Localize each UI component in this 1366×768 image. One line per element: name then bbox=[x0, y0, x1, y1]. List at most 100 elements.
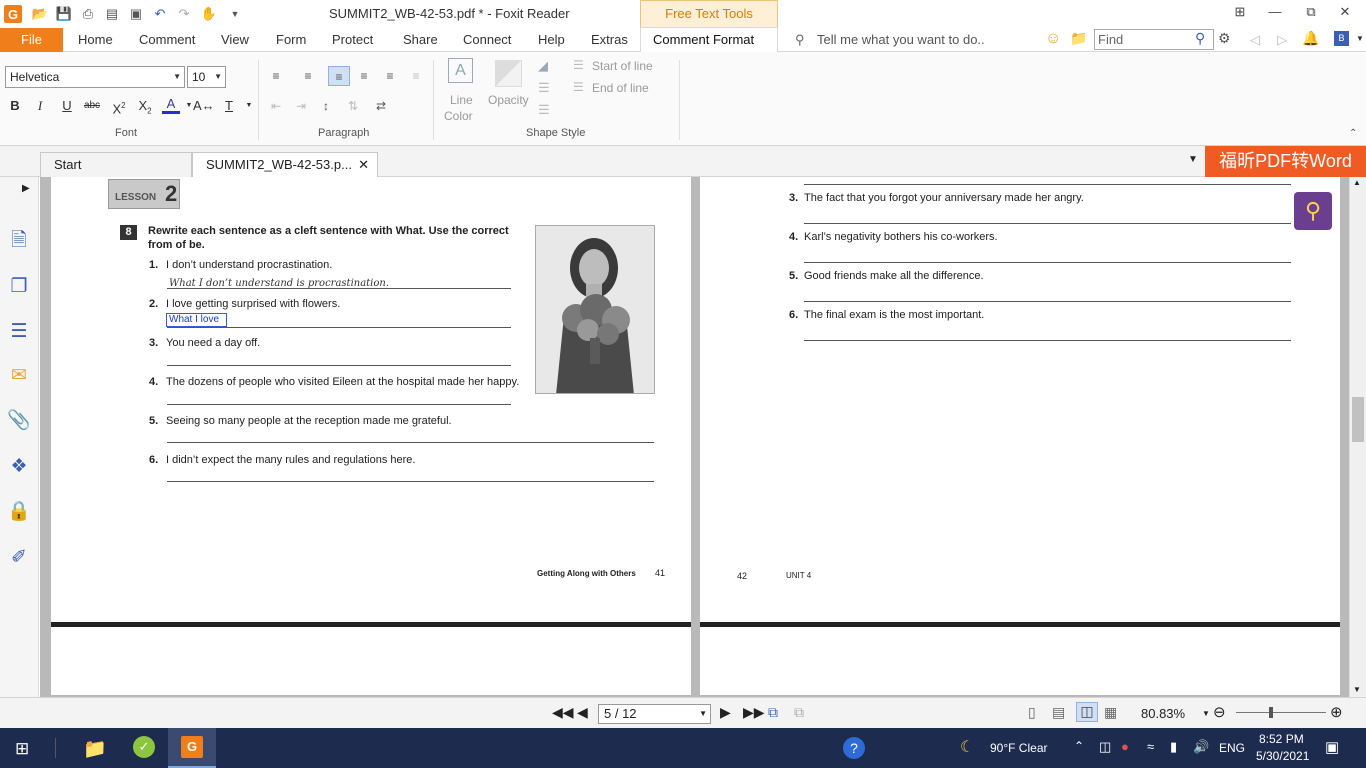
previous-view-icon[interactable]: ⧉ bbox=[768, 704, 778, 721]
document-viewer[interactable]: LESSON 2 8 Rewrite each sentence as a cl… bbox=[40, 177, 1349, 697]
windows-start-icon[interactable]: ⊞ bbox=[15, 739, 29, 759]
font-color-button[interactable]: A bbox=[162, 96, 180, 114]
zoom-dropdown-icon[interactable]: ▼ bbox=[1202, 709, 1210, 718]
previous-result-icon[interactable]: ◁ bbox=[1250, 32, 1260, 48]
align-left-button[interactable]: ≡ bbox=[328, 66, 350, 86]
align-center-button[interactable]: ≡ bbox=[353, 66, 375, 86]
help-icon[interactable]: ? bbox=[843, 737, 865, 759]
restore-layout-icon[interactable]: ⊞ bbox=[1229, 4, 1251, 22]
continuous-facing-icon[interactable]: ▦ bbox=[1104, 704, 1117, 721]
foxit-taskbar-button[interactable]: G bbox=[168, 728, 216, 768]
smile-icon[interactable]: ☺ bbox=[1045, 30, 1061, 48]
create-icon[interactable]: ▣ bbox=[127, 5, 145, 23]
menu-form[interactable]: Form bbox=[276, 32, 306, 47]
comments-icon[interactable]: ✉ bbox=[7, 364, 31, 388]
text-direction-icon[interactable]: ⇅ bbox=[342, 96, 364, 116]
settings-gear-icon[interactable]: ⚙ bbox=[1218, 30, 1231, 47]
clock-time[interactable]: 8:52 PM bbox=[1259, 732, 1304, 746]
start-of-line-select[interactable]: Start of line bbox=[592, 59, 653, 73]
tab-document[interactable]: SUMMIT2_WB-42-53.p... ✕ bbox=[192, 152, 378, 177]
tab-start[interactable]: Start bbox=[40, 152, 192, 177]
pages-thumbnail-icon[interactable]: ❐ bbox=[7, 275, 31, 299]
free-text-tools-tab[interactable]: Free Text Tools bbox=[640, 0, 778, 28]
security-lock-icon[interactable]: 🔒 bbox=[7, 500, 31, 524]
search-icon[interactable]: ⚲ bbox=[1195, 30, 1205, 47]
font-size-select[interactable]: 10 ▼ bbox=[187, 66, 226, 88]
continuous-page-icon[interactable]: ▤ bbox=[1052, 704, 1065, 721]
attachments-icon[interactable]: 📎 bbox=[7, 409, 31, 433]
scroll-down-icon[interactable]: ▼ bbox=[1353, 685, 1361, 694]
close-tab-icon[interactable]: ✕ bbox=[358, 153, 369, 177]
subscript-button[interactable]: X2 bbox=[136, 96, 154, 116]
char-spacing-icon[interactable]: A↔ bbox=[193, 96, 215, 116]
single-page-icon[interactable]: ▯ bbox=[1028, 704, 1036, 721]
menu-file[interactable]: File bbox=[0, 28, 63, 52]
strikethrough-button[interactable]: abc bbox=[83, 96, 101, 116]
zoom-slider-handle[interactable] bbox=[1269, 707, 1273, 718]
justify-button[interactable]: ≡ bbox=[405, 66, 427, 86]
app-icon[interactable]: ✓ bbox=[133, 736, 155, 758]
language-indicator[interactable]: ENG bbox=[1219, 741, 1245, 755]
align-right-button[interactable]: ≡ bbox=[379, 66, 401, 86]
tell-me-search[interactable]: Tell me what you want to do.. bbox=[817, 32, 985, 47]
account-dropdown-icon[interactable]: ▼ bbox=[1356, 34, 1364, 43]
save-icon[interactable]: 💾 bbox=[55, 5, 73, 23]
expand-sidebar-icon[interactable]: ▶ bbox=[22, 183, 30, 194]
line-spacing-icon[interactable]: ↕ bbox=[315, 96, 337, 116]
bookmark-icon[interactable]: 🗎 bbox=[7, 229, 31, 253]
paragraph-spacing-icon[interactable]: ⇄ bbox=[370, 96, 392, 116]
customize-dropdown-icon[interactable]: ▼ bbox=[226, 5, 244, 23]
menu-connect[interactable]: Connect bbox=[463, 32, 511, 47]
line-style-icon[interactable]: ☰ bbox=[538, 80, 550, 96]
italic-button[interactable]: I bbox=[31, 96, 49, 116]
menu-share[interactable]: Share bbox=[403, 32, 438, 47]
free-text-annotation-input[interactable]: What I love bbox=[166, 313, 227, 327]
menu-comment[interactable]: Comment bbox=[139, 32, 195, 47]
layers-icon[interactable]: ☰ bbox=[7, 320, 31, 344]
menu-home[interactable]: Home bbox=[78, 32, 113, 47]
end-of-line-select[interactable]: End of line bbox=[592, 81, 649, 95]
text-format-icon[interactable]: T bbox=[220, 96, 238, 116]
zoom-level[interactable]: 80.83% bbox=[1141, 706, 1185, 721]
properties-icon[interactable]: ▤ bbox=[103, 5, 121, 23]
menu-extras[interactable]: Extras bbox=[591, 32, 628, 47]
open-folder-icon[interactable]: 📂 bbox=[31, 5, 49, 23]
last-page-icon[interactable]: ▶▶ bbox=[743, 704, 765, 721]
zoom-slider[interactable] bbox=[1236, 712, 1326, 713]
search-folder-icon[interactable]: 📁 bbox=[1070, 30, 1087, 47]
menu-comment-format[interactable]: Comment Format bbox=[653, 32, 754, 47]
text-format-dropdown-icon[interactable]: ▼ bbox=[240, 96, 258, 116]
weather-text[interactable]: 90°F Clear bbox=[990, 741, 1048, 755]
bold-button[interactable]: B bbox=[6, 96, 24, 116]
numbered-list-icon[interactable]: ≡ bbox=[297, 66, 319, 86]
opacity-icon[interactable] bbox=[495, 60, 522, 87]
first-page-icon[interactable]: ◀◀ bbox=[552, 704, 574, 721]
signature-icon[interactable]: ❖ bbox=[7, 455, 31, 479]
security-tray-icon[interactable]: ● bbox=[1121, 739, 1129, 754]
line-width-icon[interactable]: ☰ bbox=[538, 102, 550, 118]
close-button[interactable]: ✕ bbox=[1334, 4, 1356, 22]
minimize-button[interactable]: — bbox=[1264, 4, 1286, 22]
font-name-select[interactable]: Helvetica ▼ bbox=[5, 66, 185, 88]
zoom-out-icon[interactable]: ⊖ bbox=[1213, 703, 1226, 721]
notification-bell-icon[interactable]: 🔔 bbox=[1302, 30, 1319, 47]
facing-pages-icon[interactable]: ◫ bbox=[1076, 702, 1098, 722]
file-explorer-icon[interactable]: 📁 bbox=[83, 737, 107, 761]
line-color-icon[interactable]: A bbox=[448, 58, 473, 83]
superscript-button[interactable]: X2 bbox=[110, 96, 128, 116]
foxit-logo-icon[interactable]: G bbox=[4, 5, 22, 23]
undo-icon[interactable]: ↶ bbox=[151, 5, 169, 23]
scrollbar-thumb[interactable] bbox=[1352, 397, 1364, 442]
bullet-list-icon[interactable]: ≡ bbox=[265, 66, 287, 86]
maximize-button[interactable]: ⧉ bbox=[1300, 4, 1322, 22]
certify-icon[interactable]: ✐ bbox=[7, 546, 31, 570]
underline-button[interactable]: U bbox=[58, 96, 76, 116]
device-icon[interactable]: ◫ bbox=[1099, 739, 1111, 755]
decrease-indent-icon[interactable]: ⇤ bbox=[265, 96, 287, 116]
tips-lightbulb-button[interactable]: ⚲ bbox=[1294, 192, 1332, 230]
scroll-up-icon[interactable]: ▲ bbox=[1353, 178, 1361, 187]
clock-date[interactable]: 5/30/2021 bbox=[1256, 749, 1309, 763]
show-hidden-icons[interactable]: ⌃ bbox=[1074, 739, 1084, 753]
next-result-icon[interactable]: ▷ bbox=[1277, 32, 1287, 48]
hand-tool-icon[interactable]: ✋ bbox=[200, 5, 218, 23]
